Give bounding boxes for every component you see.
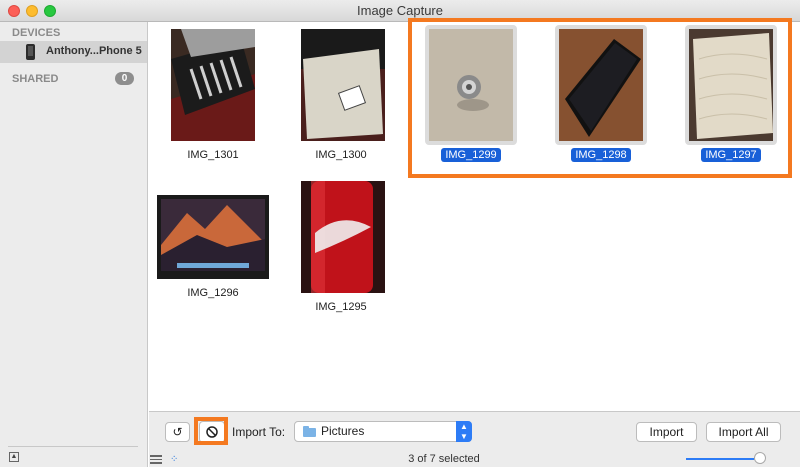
- selection-status: 3 of 7 selected: [408, 453, 480, 465]
- sidebar-divider: [8, 446, 138, 447]
- sidebar: DEVICES Anthony...Phone 5 SHARED 0 ▲: [0, 22, 148, 467]
- photo-caption: IMG_1296: [187, 287, 239, 299]
- import-all-button[interactable]: Import All: [706, 422, 781, 442]
- photo-thumbnail[interactable]: [301, 29, 385, 141]
- import-destination-value: Pictures: [321, 424, 365, 438]
- chevron-up-down-icon: ▲ ▼: [456, 421, 472, 442]
- import-destination-select[interactable]: Pictures ▲ ▼: [294, 421, 472, 442]
- import-button[interactable]: Import: [636, 422, 697, 442]
- device-settings-icon[interactable]: ▲: [9, 452, 19, 462]
- device-name: Anthony...Phone 5: [46, 45, 142, 57]
- photo-thumbnail[interactable]: [171, 29, 255, 141]
- folder-icon: [303, 426, 316, 437]
- photo-thumbnail[interactable]: [157, 195, 269, 279]
- photo-caption: IMG_1295: [315, 301, 367, 313]
- rotate-button[interactable]: ↺: [165, 422, 190, 442]
- photo-caption: IMG_1300: [315, 149, 367, 161]
- iphone-icon: [26, 44, 35, 60]
- thumbnail-size-slider-track[interactable]: [686, 458, 754, 460]
- thumbnail-size-slider-knob[interactable]: [754, 452, 766, 464]
- delete-button-annotation-box: [194, 417, 228, 445]
- shared-count-badge: 0: [115, 72, 134, 85]
- shared-heading: SHARED: [12, 73, 59, 85]
- list-view-icon[interactable]: [150, 455, 162, 464]
- grid-view-icon[interactable]: ⁘: [170, 455, 180, 465]
- photo-thumbnail[interactable]: [301, 181, 385, 293]
- devices-heading: DEVICES: [12, 27, 61, 39]
- window-title: Image Capture: [357, 3, 443, 18]
- selection-annotation-box: [408, 18, 792, 178]
- photo-caption: IMG_1301: [187, 149, 239, 161]
- sidebar-item-device[interactable]: Anthony...Phone 5: [0, 41, 147, 63]
- rotate-icon: ↺: [172, 425, 183, 439]
- bottom-toolbar: ↺ Import To: Pictures ▲ ▼ Import Import A…: [149, 411, 800, 467]
- import-to-label: Import To:: [232, 425, 286, 439]
